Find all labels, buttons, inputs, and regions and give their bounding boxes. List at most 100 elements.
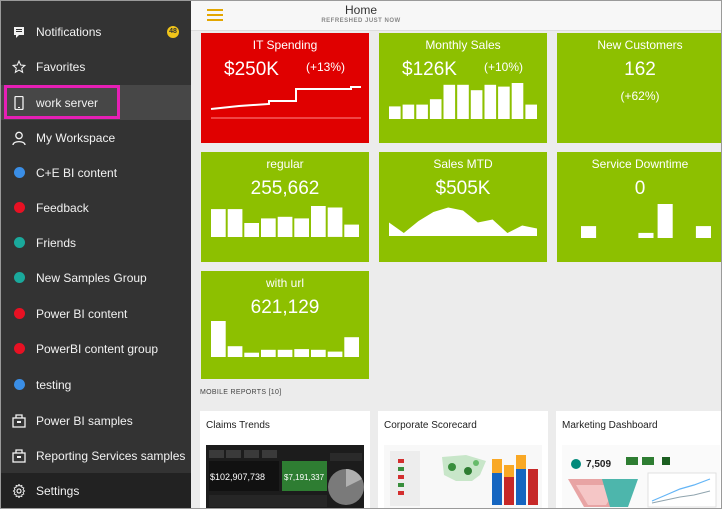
chart-bar [277,216,293,237]
group-dot-icon [13,343,25,354]
with-url-bars [211,321,359,357]
chart-bar [327,207,343,237]
sidebar-item-group[interactable]: Power BI content [1,296,191,331]
sidebar: Notifications 48 Favorites work server M… [1,1,191,508]
tile-sales-mtd[interactable]: Sales MTD $505K [379,152,547,262]
group-dot-icon [11,341,27,357]
marketing-kpi: 7,509 [586,459,611,470]
gear-icon [11,483,27,499]
sidebar-item-group[interactable]: Feedback [1,190,191,225]
tile-service-downtime[interactable]: Service Downtime 0 [557,152,721,262]
sidebar-item-group[interactable]: testing [1,367,191,402]
corporate-scorecard-thumbnail [384,445,542,508]
service-downtime-bars [581,204,711,238]
sidebar-item-label: PowerBI content group [36,341,159,356]
group-dot-icon [11,235,27,251]
report-card-corporate-scorecard[interactable]: Corporate Scorecard [378,411,548,508]
star-icon [11,59,27,75]
sales-mtd-area [389,207,537,236]
chart-bar [511,83,524,119]
chart-bar [211,209,226,237]
mobile-reports-title: MOBILE REPORTS [200,389,267,396]
sidebar-item-group[interactable]: PowerBI content group [1,331,191,366]
report-card-claims-trends[interactable]: Claims Trends $102,907,738 $7,191,337 [200,411,370,508]
app-window: Notifications 48 Favorites work server M… [0,0,722,509]
group-dot-icon [11,377,27,393]
chart-bar [402,104,415,119]
sidebar-item-settings[interactable]: Settings [1,473,191,508]
claims-kpi-2: $7,191,337 [284,473,325,482]
chart-bar [294,349,309,357]
chart-bar [695,226,711,238]
chart-bar [211,321,226,357]
chart-bar [525,104,537,119]
sidebar-item-label: Reporting Services samples [36,448,186,463]
refresh-status: REFRESHED JUST NOW [321,18,401,24]
tile-it-spending[interactable]: IT Spending $250K (+13%) [201,33,369,143]
chart-bar [457,84,469,119]
tile-with-url[interactable]: with url 621,129 [201,271,369,379]
report-title: Corporate Scorecard [384,420,477,431]
report-title: Claims Trends [206,420,270,431]
chart-bar [657,204,673,238]
chart-bar [443,84,456,119]
it-spending-step-chart [210,86,361,119]
mobile-reports-label: MOBILE REPORTS [10] [200,389,281,396]
sidebar-item-label: Notifications [36,24,102,39]
claims-kpi-1: $102,907,738 [210,472,265,482]
chart-bar [261,349,276,357]
chart-bar [294,218,309,237]
tile-monthly-sales[interactable]: Monthly Sales $126K (+10%) [379,33,547,143]
tile-title: New Customers [597,38,683,52]
group-dot-icon [11,200,27,216]
sidebar-item-label: Settings [36,483,80,498]
monthly-sales-bars [389,83,537,119]
tile-new-customers[interactable]: New Customers 162 (+62%) [557,33,721,143]
chart-bar [261,218,276,237]
chart-bar [227,209,243,237]
sidebar-item-group[interactable]: Friends [1,225,191,260]
chart-bar [416,104,428,119]
group-dot-icon [13,202,25,213]
tile-value: 162 [624,59,656,80]
sidebar-item-my-workspace[interactable]: My Workspace [1,120,191,155]
regular-bars [211,206,359,237]
sidebar-item-label: Power BI content [36,306,128,321]
group-dot-icon [13,237,25,248]
sidebar-item-label: Favorites [36,59,86,74]
sidebar-item-favorites[interactable]: Favorites [1,49,191,84]
chart-bar [344,337,359,357]
it-spending-line [210,86,361,110]
sidebar-item-label: Friends [36,235,77,250]
chart-bar [277,349,293,357]
report-card-marketing-dashboard[interactable]: Marketing Dashboard 7,509 [556,411,721,508]
tile-regular[interactable]: regular 255,662 [201,152,369,262]
group-dot-icon [13,272,25,283]
chart-bar [389,106,401,119]
chart-bar [429,99,442,119]
group-dot-icon [11,165,27,181]
notification-count-badge: 48 [167,25,179,38]
sidebar-item-reporting-services-samples[interactable]: Reporting Services samples [1,438,191,473]
chart-bar [344,224,359,237]
group-dot-icon [11,270,27,286]
samples-icon [11,413,27,429]
notification-icon [11,24,27,40]
marketing-dashboard-thumbnail: 7,509 [562,445,720,508]
sidebar-item-group[interactable]: C+E BI content [1,155,191,190]
sidebar-item-power-bi-samples[interactable]: Power BI samples [1,403,191,438]
person-icon [11,130,27,146]
sidebar-item-label: New Samples Group [36,270,147,285]
chart-bar [484,84,497,119]
sidebar-item-group[interactable]: New Samples Group [1,260,191,295]
group-dot-icon [11,306,27,322]
claims-trends-thumbnail: $102,907,738 $7,191,337 [206,445,364,508]
chart-bar [227,346,243,357]
chart-bar [311,349,326,357]
chart-bar [498,86,510,119]
group-dot-icon [13,379,25,390]
mobile-reports-count: [10] [268,389,282,396]
chart-bar [638,232,654,238]
samples-icon [11,448,27,464]
report-title: Marketing Dashboard [562,420,658,431]
